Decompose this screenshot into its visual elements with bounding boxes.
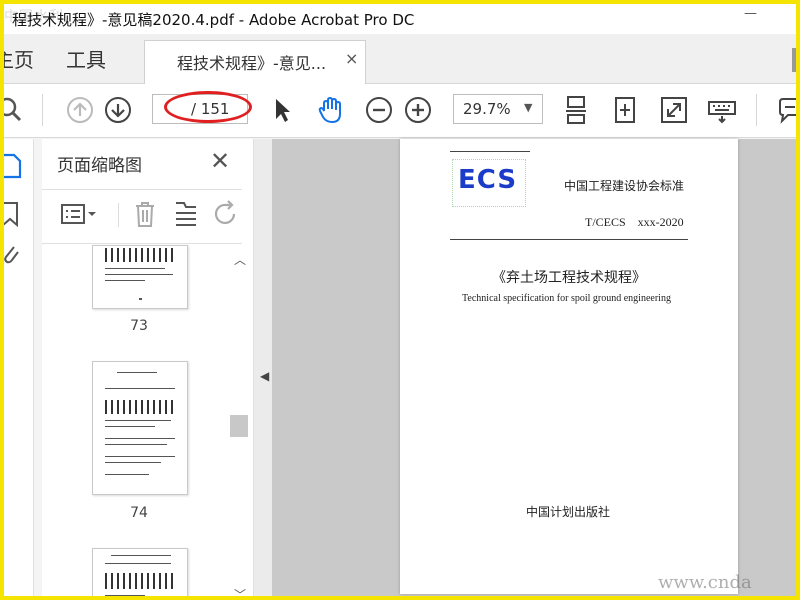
toolbar-separator [42,94,43,126]
toolbar: / 151 29.7% ▼ [4,84,796,138]
document-view[interactable]: ECS 中国工程建设协会标准 T/CECS xxx-2020 《弃土场工程技术规… [272,139,796,596]
scrollbar-thumb[interactable] [230,415,248,437]
thumbnail-text-line [105,456,175,457]
chevron-down-icon: ▼ [524,101,533,114]
watermark-bottom-right: www.cnda [658,572,752,593]
panel-close-button[interactable]: ✕ [210,147,230,175]
fit-page-icon[interactable] [560,94,592,126]
tab-overflow-marker [792,48,796,72]
tab-close-button[interactable]: × [345,49,358,68]
panel-divider [42,243,242,244]
thumbnail-scrollbar[interactable]: ︿ ﹀ [230,249,248,596]
hand-tool-icon[interactable] [315,94,347,126]
document-tab-label: 程技术规程》-意见... [177,54,327,73]
page-thumbnails-icon[interactable] [4,153,22,183]
document-title-en: Technical specification for spoil ground… [462,293,671,304]
prev-page-icon[interactable] [64,94,96,126]
attachment-icon[interactable] [4,241,20,271]
menu-home[interactable]: 主页 [4,44,34,73]
minimize-button[interactable]: — [744,6,757,21]
thumbnail-text-line [105,420,171,421]
bookmark-icon[interactable] [4,201,20,231]
panel-splitter[interactable]: ◀ [254,139,272,596]
rotate-icon[interactable] [609,94,641,126]
thumbnail-text-line [117,372,157,373]
scroll-down-icon[interactable]: ﹀ [234,586,246,596]
zoom-in-icon[interactable] [402,94,434,126]
document-title-cn: 《弃土场工程技术规程》 [492,270,646,286]
header-rule [450,151,530,152]
thumbnail-table [105,248,175,262]
thumbnail-text-line [105,268,165,269]
menu-tools[interactable]: 工具 [66,44,106,73]
standard-organization: 中国工程建设协会标准 [564,179,685,193]
thumbnail-table [105,400,175,414]
thumbnail-options-icon[interactable] [60,201,98,231]
header-rule [450,239,688,240]
thumbnail-text-line [105,595,145,596]
document-tab[interactable]: 程技术规程》-意见... × [144,40,366,85]
panel-title: 页面缩略图 [57,156,142,176]
annotation-ellipse [164,91,252,123]
panel-toolbar-separator [118,203,119,227]
zoom-out-icon[interactable] [363,94,395,126]
fullscreen-icon[interactable] [658,94,690,126]
insert-page-icon[interactable] [172,199,200,233]
thumbnail-text-line [105,474,149,475]
document-page: ECS 中国工程建设协会标准 T/CECS xxx-2020 《弃土场工程技术规… [400,139,738,594]
thumbnail-page[interactable] [92,548,188,596]
select-cursor-icon[interactable] [266,94,298,126]
app-window: 中国水利 程技术规程》-意见稿2020.4.pdf - Adobe Acroba… [0,0,800,600]
delete-icon[interactable] [132,199,158,233]
zoom-value: 29.7% [463,100,511,118]
toolbar-separator [756,94,757,126]
zoom-select[interactable]: 29.7% ▼ [453,94,543,124]
thumbnail-text-line [105,426,155,427]
standard-code: T/CECS xxx-2020 [585,215,684,229]
thumbnail-page-number: 73 [130,318,148,334]
thumbnail-page[interactable] [92,245,188,309]
thumbnail-text-line [105,274,173,275]
rotate-page-icon[interactable] [212,199,240,233]
thumbnail-page-number: 74 [130,505,148,521]
thumbnail-text-line [105,563,171,564]
ecs-logo: ECS [458,165,518,195]
thumbnail-text-line [111,555,171,556]
thumbnail-text-line [105,444,167,445]
thumbnail-text-line [105,462,161,463]
thumbnail-text-line [105,438,175,439]
search-icon[interactable] [4,94,28,126]
thumbnail-text-line [105,280,145,281]
keyboard-icon[interactable] [706,94,738,126]
thumbnail-text-line [139,298,142,300]
comment-icon[interactable] [774,94,796,126]
panel-divider [42,189,242,190]
window-title: 程技术规程》-意见稿2020.4.pdf - Adobe Acrobat Pro… [12,11,415,29]
thumbnail-text-line [105,388,175,389]
thumbnail-table [105,573,175,589]
title-bar: 中国水利 程技术规程》-意见稿2020.4.pdf - Adobe Acroba… [4,4,796,34]
next-page-icon[interactable] [102,94,134,126]
tab-bar: 主页 工具 程技术规程》-意见... × [4,34,796,85]
left-navigation-rail [4,139,34,596]
collapse-panel-icon[interactable]: ◀ [260,369,269,383]
publisher: 中国计划出版社 [526,505,611,519]
thumbnail-page[interactable] [92,361,188,495]
thumbnails-panel: 页面缩略图 ✕ 73 74 ︿ ﹀ [42,139,254,596]
scroll-up-icon[interactable]: ︿ [234,251,246,268]
